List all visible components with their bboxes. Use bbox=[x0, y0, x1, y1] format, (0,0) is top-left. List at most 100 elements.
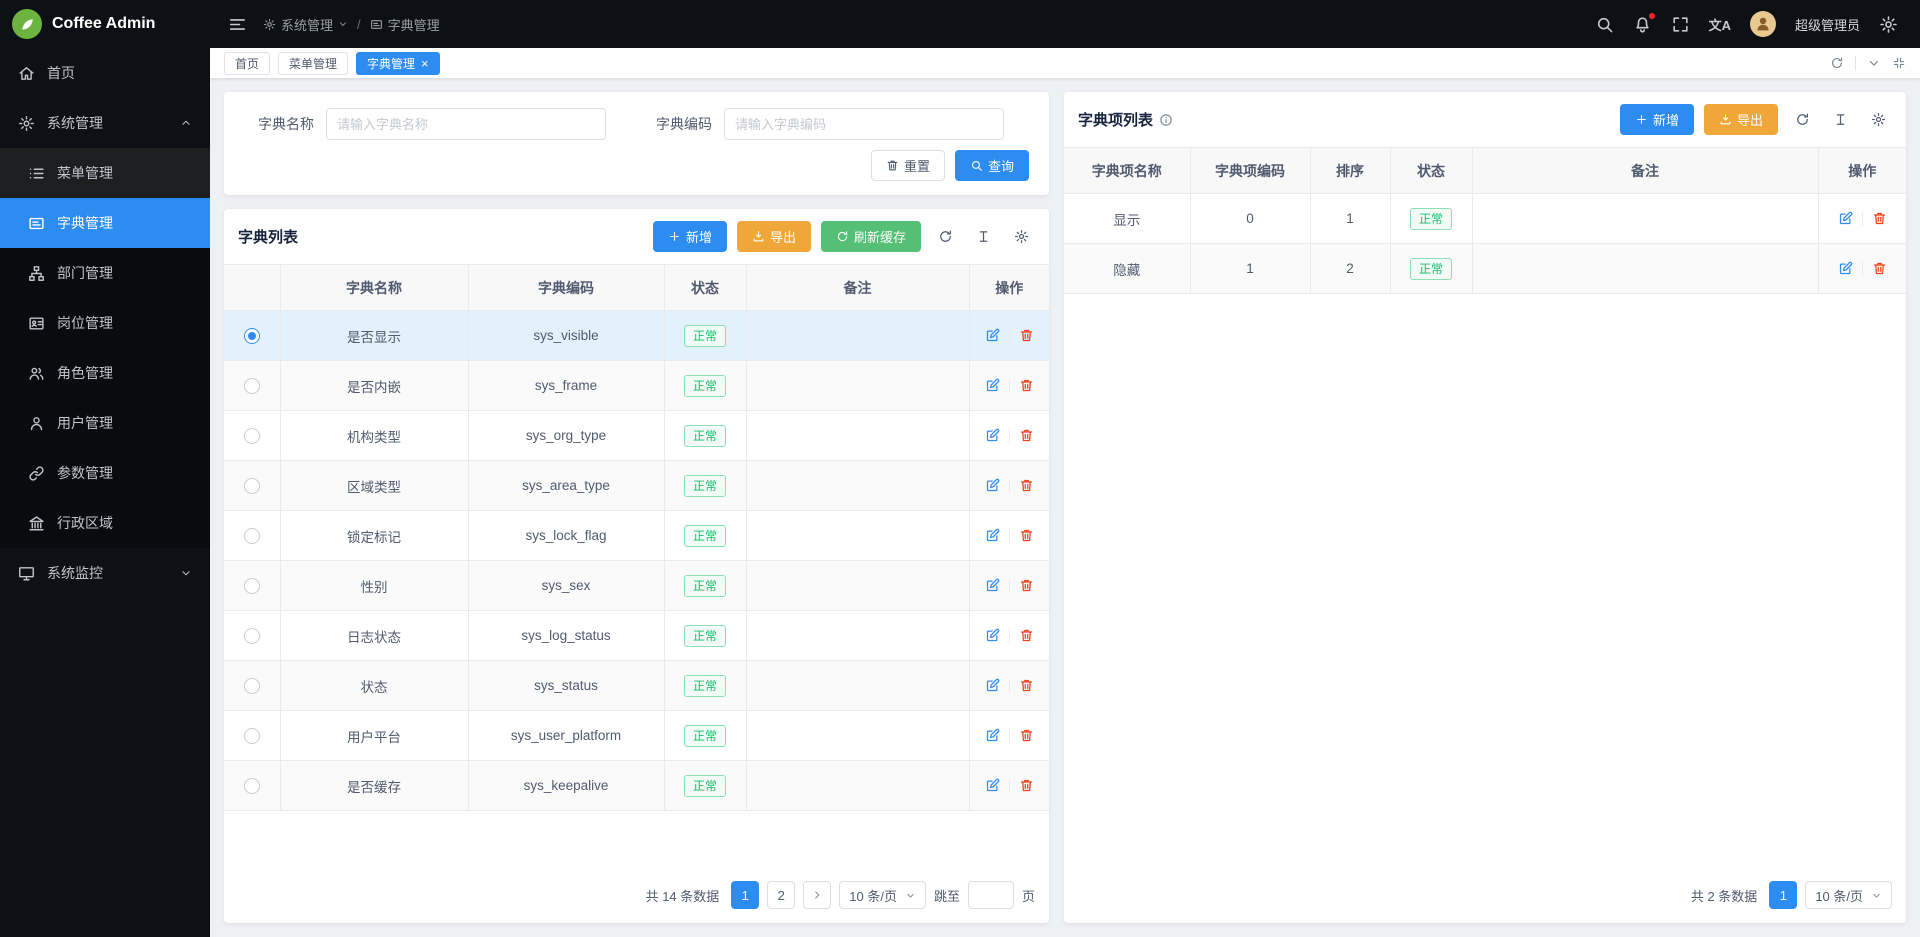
edit-icon[interactable] bbox=[985, 578, 1000, 593]
table-row[interactable]: 用户平台 sys_user_platform 正常 bbox=[224, 711, 1049, 761]
content-fullscreen-icon[interactable] bbox=[1892, 56, 1906, 70]
sidebar-item-admin-area[interactable]: 行政区域 bbox=[0, 498, 210, 548]
page-button-2[interactable]: 2 bbox=[767, 881, 795, 909]
sidebar-item-dict-mgmt[interactable]: 字典管理 bbox=[0, 198, 210, 248]
breadcrumb-dict[interactable]: 字典管理 bbox=[370, 15, 440, 34]
breadcrumb-system[interactable]: 系统管理 bbox=[263, 15, 348, 34]
row-radio[interactable] bbox=[244, 428, 260, 444]
table-row[interactable]: 是否缓存 sys_keepalive 正常 bbox=[224, 761, 1049, 811]
add-dict-button[interactable]: 新增 bbox=[653, 221, 727, 252]
tab-home[interactable]: 首页 bbox=[224, 52, 270, 75]
column-settings-icon[interactable] bbox=[969, 223, 997, 251]
row-radio[interactable] bbox=[244, 378, 260, 394]
table-row[interactable]: 性别 sys_sex 正常 bbox=[224, 561, 1049, 611]
delete-icon[interactable] bbox=[1019, 328, 1034, 343]
sidebar-item-dept-mgmt[interactable]: 部门管理 bbox=[0, 248, 210, 298]
row-radio[interactable] bbox=[244, 528, 260, 544]
sidebar-item-post-mgmt[interactable]: 岗位管理 bbox=[0, 298, 210, 348]
edit-icon[interactable] bbox=[985, 328, 1000, 343]
export-items-button[interactable]: 导出 bbox=[1704, 104, 1778, 135]
delete-icon[interactable] bbox=[1019, 528, 1034, 543]
row-radio[interactable] bbox=[244, 578, 260, 594]
sidebar-item-system[interactable]: 系统管理 bbox=[0, 98, 210, 148]
add-item-button[interactable]: 新增 bbox=[1620, 104, 1694, 135]
refresh-icon[interactable] bbox=[1830, 56, 1844, 70]
delete-icon[interactable] bbox=[1872, 261, 1887, 276]
table-row[interactable]: 日志状态 sys_log_status 正常 bbox=[224, 611, 1049, 661]
row-radio[interactable] bbox=[244, 778, 260, 794]
refresh-cache-button[interactable]: 刷新缓存 bbox=[821, 221, 921, 252]
tab-dict-mgmt[interactable]: 字典管理× bbox=[356, 52, 440, 75]
row-radio[interactable] bbox=[244, 728, 260, 744]
edit-icon[interactable] bbox=[1838, 211, 1853, 226]
page-button-1[interactable]: 1 bbox=[731, 881, 759, 909]
sidebar-item-menu-mgmt[interactable]: 菜单管理 bbox=[0, 148, 210, 198]
settings-gear-icon[interactable] bbox=[1879, 15, 1898, 34]
jump-page-input[interactable] bbox=[968, 881, 1014, 909]
table-settings-gear-icon[interactable] bbox=[1864, 106, 1892, 134]
next-page-button[interactable] bbox=[803, 881, 831, 909]
chevron-down-icon[interactable] bbox=[1867, 56, 1881, 70]
delete-icon[interactable] bbox=[1019, 428, 1034, 443]
edit-icon[interactable] bbox=[985, 728, 1000, 743]
user-name[interactable]: 超级管理员 bbox=[1795, 15, 1860, 34]
edit-icon[interactable] bbox=[985, 628, 1000, 643]
close-icon[interactable]: × bbox=[421, 57, 429, 70]
table-row[interactable]: 是否内嵌 sys_frame 正常 bbox=[224, 361, 1049, 411]
delete-icon[interactable] bbox=[1019, 678, 1034, 693]
tab-menu-mgmt[interactable]: 菜单管理 bbox=[278, 52, 348, 75]
delete-icon[interactable] bbox=[1019, 728, 1034, 743]
row-radio[interactable] bbox=[244, 628, 260, 644]
reset-button[interactable]: 重置 bbox=[871, 150, 945, 181]
dict-name-input[interactable] bbox=[326, 108, 606, 140]
query-button[interactable]: 查询 bbox=[955, 150, 1029, 181]
export-dict-button[interactable]: 导出 bbox=[737, 221, 811, 252]
delete-icon[interactable] bbox=[1019, 578, 1034, 593]
info-icon[interactable] bbox=[1159, 113, 1173, 127]
row-radio[interactable] bbox=[244, 328, 260, 344]
table-row[interactable]: 隐藏 1 2 正常 bbox=[1064, 244, 1906, 294]
edit-icon[interactable] bbox=[1838, 261, 1853, 276]
page-size-select[interactable]: 10 条/页 bbox=[1805, 881, 1892, 909]
collapse-sidebar-icon[interactable] bbox=[228, 15, 247, 34]
delete-icon[interactable] bbox=[1019, 378, 1034, 393]
people-icon bbox=[28, 365, 45, 382]
reload-table-icon[interactable] bbox=[931, 223, 959, 251]
table-settings-gear-icon[interactable] bbox=[1007, 223, 1035, 251]
sidebar-item-monitor[interactable]: 系统监控 bbox=[0, 548, 210, 598]
delete-icon[interactable] bbox=[1872, 211, 1887, 226]
edit-icon[interactable] bbox=[985, 528, 1000, 543]
sidebar-item-user-mgmt[interactable]: 用户管理 bbox=[0, 398, 210, 448]
fullscreen-icon[interactable] bbox=[1671, 15, 1690, 34]
notification-bell-icon[interactable] bbox=[1633, 15, 1652, 34]
sidebar-item-role-mgmt[interactable]: 角色管理 bbox=[0, 348, 210, 398]
divider bbox=[1855, 56, 1856, 71]
page-size-select[interactable]: 10 条/页 bbox=[839, 881, 926, 909]
translate-icon[interactable]: 文A bbox=[1709, 15, 1731, 34]
delete-icon[interactable] bbox=[1019, 778, 1034, 793]
edit-icon[interactable] bbox=[985, 678, 1000, 693]
edit-icon[interactable] bbox=[985, 378, 1000, 393]
edit-icon[interactable] bbox=[985, 428, 1000, 443]
reload-table-icon[interactable] bbox=[1788, 106, 1816, 134]
table-row[interactable]: 显示 0 1 正常 bbox=[1064, 194, 1906, 244]
table-row[interactable]: 区域类型 sys_area_type 正常 bbox=[224, 461, 1049, 511]
cell-item-sort: 1 bbox=[1310, 194, 1390, 244]
dict-code-input[interactable] bbox=[724, 108, 1004, 140]
search-icon[interactable] bbox=[1595, 15, 1614, 34]
delete-icon[interactable] bbox=[1019, 478, 1034, 493]
table-row[interactable]: 机构类型 sys_org_type 正常 bbox=[224, 411, 1049, 461]
column-settings-icon[interactable] bbox=[1826, 106, 1854, 134]
avatar[interactable] bbox=[1750, 11, 1776, 37]
sidebar-item-param-mgmt[interactable]: 参数管理 bbox=[0, 448, 210, 498]
delete-icon[interactable] bbox=[1019, 628, 1034, 643]
row-radio[interactable] bbox=[244, 478, 260, 494]
table-row[interactable]: 锁定标记 sys_lock_flag 正常 bbox=[224, 511, 1049, 561]
edit-icon[interactable] bbox=[985, 778, 1000, 793]
sidebar-item-home[interactable]: 首页 bbox=[0, 48, 210, 98]
table-row[interactable]: 状态 sys_status 正常 bbox=[224, 661, 1049, 711]
edit-icon[interactable] bbox=[985, 478, 1000, 493]
page-button-1[interactable]: 1 bbox=[1769, 881, 1797, 909]
row-radio[interactable] bbox=[244, 678, 260, 694]
table-row[interactable]: 是否显示 sys_visible 正常 bbox=[224, 311, 1049, 361]
